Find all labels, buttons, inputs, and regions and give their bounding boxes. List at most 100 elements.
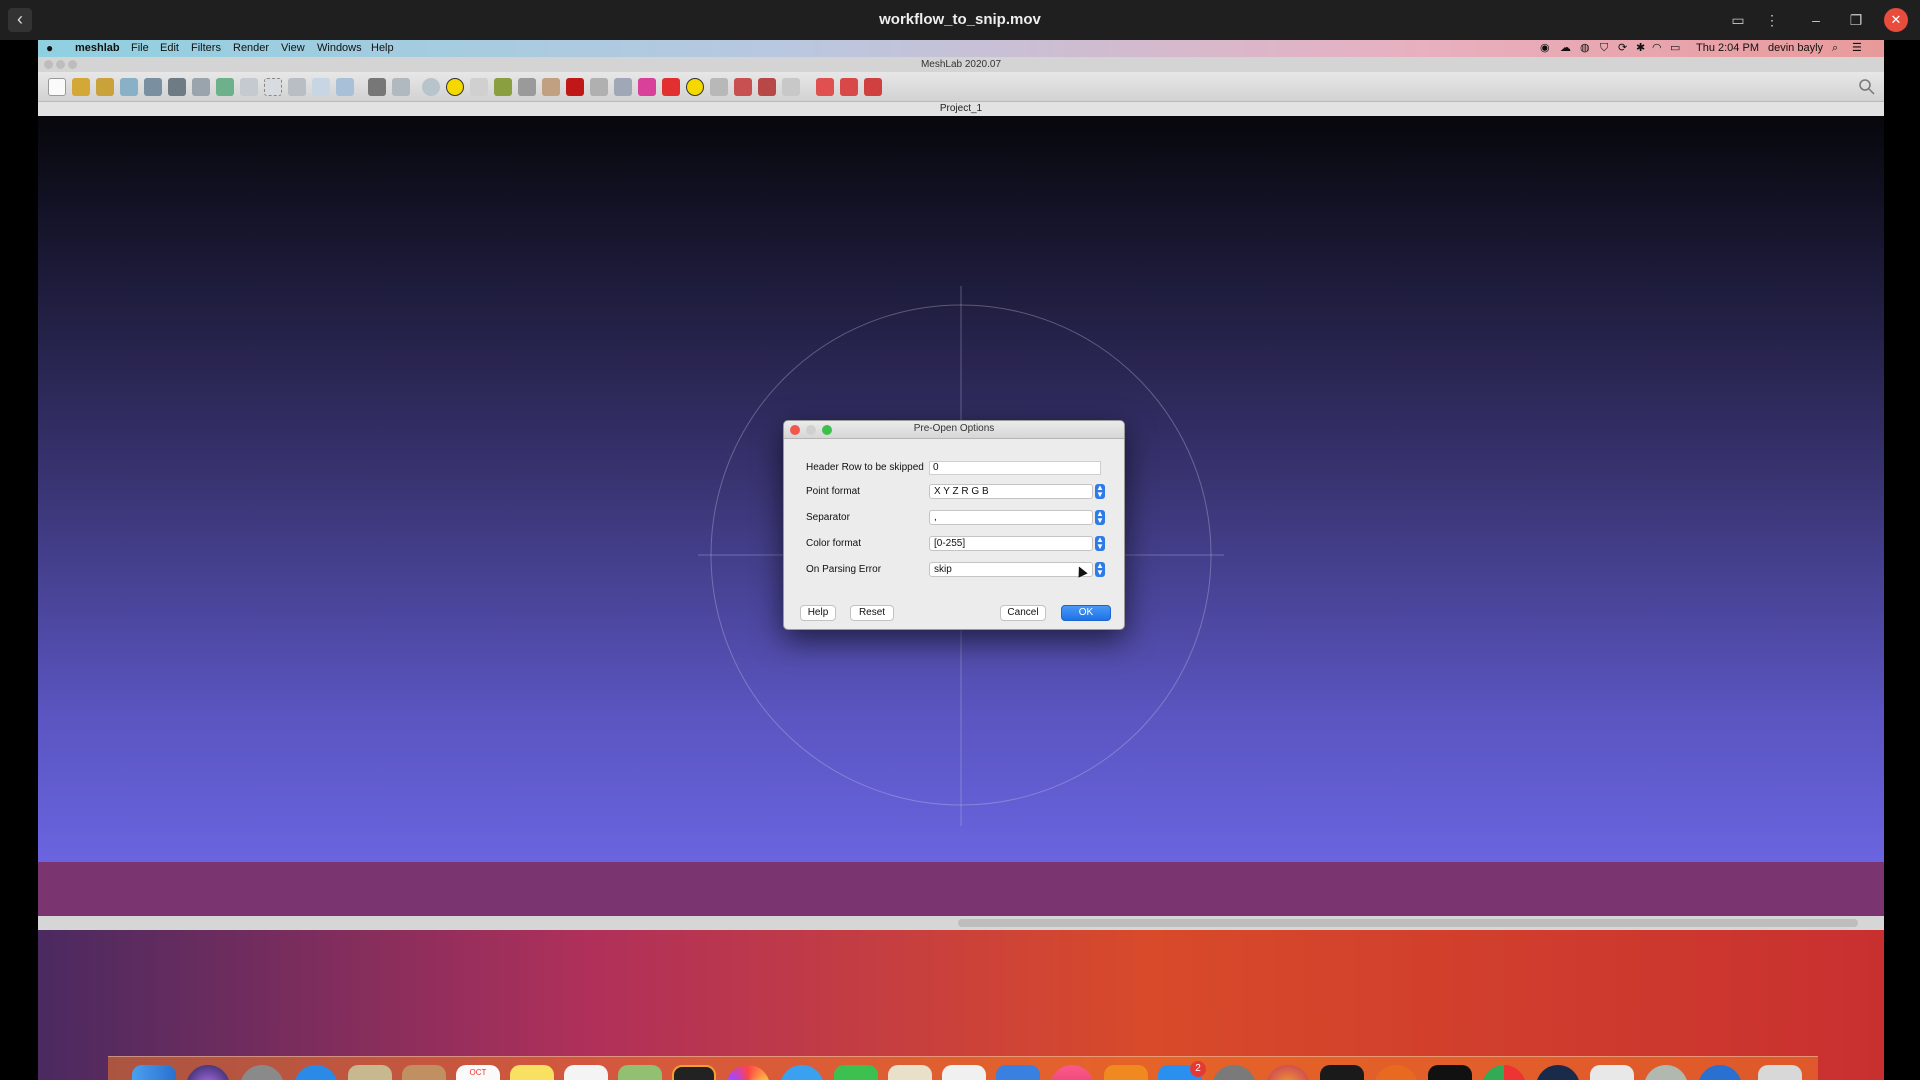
pick-points-icon[interactable]	[566, 78, 584, 96]
select-vertex-icon[interactable]	[710, 78, 728, 96]
delete-vertices-icon[interactable]	[840, 78, 858, 96]
window-minimize-dot[interactable]	[56, 60, 65, 69]
menu-windows[interactable]: Windows	[317, 40, 362, 57]
ok-button[interactable]: OK	[1061, 605, 1111, 621]
notes-icon[interactable]	[510, 1065, 554, 1080]
flat-icon[interactable]	[312, 78, 330, 96]
menu-file[interactable]: File	[131, 40, 149, 57]
new-file-icon[interactable]	[48, 78, 66, 96]
bluetooth-icon[interactable]: ✱	[1636, 40, 1645, 57]
measure-icon[interactable]	[470, 78, 488, 96]
reload-icon[interactable]	[120, 78, 138, 96]
keynote-icon[interactable]	[996, 1065, 1040, 1080]
select-area-icon[interactable]	[758, 78, 776, 96]
point-format-select[interactable]: X Y Z R G B	[929, 484, 1093, 499]
messages-icon[interactable]	[780, 1065, 824, 1080]
layers-icon[interactable]	[192, 78, 210, 96]
quicktime-icon[interactable]	[1698, 1065, 1742, 1080]
music-icon[interactable]	[1050, 1065, 1094, 1080]
app-store-icon[interactable]: 2	[1158, 1061, 1206, 1080]
delete-faces-icon[interactable]	[816, 78, 834, 96]
safari-icon[interactable]	[294, 1065, 338, 1080]
finder-icon[interactable]	[132, 1065, 176, 1080]
cc-icon[interactable]: ◍	[1580, 40, 1590, 57]
fit-icon[interactable]	[638, 78, 656, 96]
help-button[interactable]: Help	[800, 605, 836, 621]
menu-user[interactable]: devin bayly	[1768, 40, 1823, 57]
chevron-updown-icon[interactable]: ▲ ▼	[1095, 510, 1105, 525]
battery-icon[interactable]: ▭	[1670, 40, 1680, 57]
window-close-dot[interactable]	[44, 60, 53, 69]
chevron-updown-icon[interactable]: ▲ ▼	[1095, 484, 1105, 499]
horizontal-scrollbar[interactable]	[958, 919, 1858, 927]
trash-icon[interactable]	[1758, 1065, 1802, 1080]
terminal-icon[interactable]	[1428, 1065, 1472, 1080]
menu-render[interactable]: Render	[233, 40, 269, 57]
sync-icon[interactable]: ⟳	[1618, 40, 1627, 57]
window-zoom-dot[interactable]	[68, 60, 77, 69]
pages-icon[interactable]	[888, 1065, 932, 1080]
snapshot-icon[interactable]	[168, 78, 186, 96]
bbox-icon[interactable]	[240, 78, 258, 96]
maximize-button[interactable]: ❐	[1844, 8, 1868, 32]
apple-icon[interactable]: ●	[46, 40, 53, 57]
maps-icon[interactable]	[618, 1065, 662, 1080]
menu-edit[interactable]: Edit	[160, 40, 179, 57]
menu-help[interactable]: Help	[371, 40, 394, 57]
blender-icon[interactable]	[1374, 1065, 1418, 1080]
camera-icon[interactable]	[518, 78, 536, 96]
import-mesh-icon[interactable]	[96, 78, 114, 96]
minimize-button[interactable]: –	[1804, 8, 1828, 32]
menu-app-name[interactable]: meshlab	[75, 40, 120, 57]
color-format-select[interactable]: [0-255]	[929, 536, 1093, 551]
wifi-icon[interactable]: ◠	[1652, 40, 1662, 57]
numbers-icon[interactable]	[942, 1065, 986, 1080]
georef-icon[interactable]	[662, 78, 680, 96]
system-preferences-icon[interactable]	[1212, 1065, 1256, 1080]
smooth-icon[interactable]	[336, 78, 354, 96]
texture-icon[interactable]	[368, 78, 386, 96]
spotlight-icon[interactable]: ⌕	[1832, 40, 1838, 57]
wireframe-icon[interactable]	[288, 78, 306, 96]
axis-icon[interactable]	[392, 78, 410, 96]
header-rows-input[interactable]: 0	[929, 461, 1101, 475]
reminders-icon[interactable]	[564, 1065, 608, 1080]
launchpad-icon[interactable]	[240, 1065, 284, 1080]
chevron-updown-icon[interactable]: ▲ ▼	[1095, 562, 1105, 577]
select-faces-icon[interactable]	[494, 78, 512, 96]
select-none-icon[interactable]	[782, 78, 800, 96]
annotation-icon[interactable]	[446, 78, 464, 96]
steam-icon[interactable]	[1536, 1065, 1580, 1080]
align-icon[interactable]	[590, 78, 608, 96]
mail-icon[interactable]	[348, 1065, 392, 1080]
photos-icon[interactable]	[726, 1065, 770, 1080]
globe-icon[interactable]	[216, 78, 234, 96]
manipulate-icon[interactable]	[614, 78, 632, 96]
parsing-error-select[interactable]: skip	[929, 562, 1093, 577]
firefox-icon[interactable]	[1266, 1065, 1310, 1080]
chevron-updown-icon[interactable]: ▲ ▼	[1095, 536, 1105, 551]
contacts-icon[interactable]	[402, 1065, 446, 1080]
books-icon[interactable]	[1104, 1065, 1148, 1080]
select-connected-icon[interactable]	[734, 78, 752, 96]
trackball-icon[interactable]	[422, 78, 440, 96]
cast-button[interactable]: ▭	[1726, 8, 1750, 32]
record-icon[interactable]: ◉	[1540, 40, 1550, 57]
more-button[interactable]: ⋮	[1760, 8, 1784, 32]
preview-icon[interactable]	[1644, 1065, 1688, 1080]
cancel-button[interactable]: Cancel	[1000, 605, 1046, 621]
close-button[interactable]: ✕	[1884, 8, 1908, 32]
paint-icon[interactable]	[542, 78, 560, 96]
textedit-icon[interactable]	[1590, 1065, 1634, 1080]
menu-filters[interactable]: Filters	[191, 40, 221, 57]
meshlab-dock-icon[interactable]	[672, 1065, 716, 1080]
search-icon[interactable]	[1858, 78, 1876, 96]
cloud-icon[interactable]: ☁	[1560, 40, 1571, 57]
siri-icon[interactable]	[186, 1065, 230, 1080]
delete-selection-icon[interactable]	[864, 78, 882, 96]
menu-view[interactable]: View	[281, 40, 305, 57]
points-icon[interactable]	[264, 78, 282, 96]
separator-select[interactable]: ,	[929, 510, 1093, 525]
reset-button[interactable]: Reset	[850, 605, 894, 621]
open-icon[interactable]	[72, 78, 90, 96]
